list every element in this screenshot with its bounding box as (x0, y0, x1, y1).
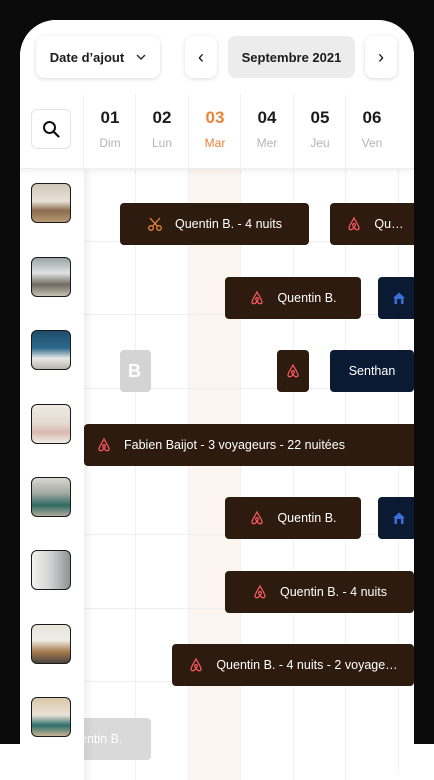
airbnb-icon (98, 437, 110, 452)
today-column-highlight (188, 168, 241, 780)
grid-line (135, 168, 136, 780)
search-button[interactable] (31, 109, 71, 149)
grid-line (398, 168, 399, 780)
booking-label: Quentin B. - 4 nuits (279, 585, 387, 599)
app-screen: Date d’ajout ‹ Septembre 2021 › 01 Dim 0… (20, 20, 414, 780)
day-column-header[interactable]: 04 Mer (240, 94, 293, 168)
booking-bar[interactable] (277, 350, 309, 392)
booking-label: Senthan (348, 364, 396, 378)
day-column-header[interactable]: 01 Dim (83, 94, 136, 168)
day-column-header[interactable]: 05 Jeu (293, 94, 346, 168)
day-number: 02 (152, 108, 172, 127)
day-weekday: Jeu (310, 136, 330, 150)
property-thumbnail[interactable] (31, 477, 71, 517)
day-column-header-today[interactable]: 03 Mar (188, 94, 241, 168)
day-column-header[interactable]: 02 Lun (135, 94, 188, 168)
grid-line (240, 168, 241, 780)
day-weekday: Mer (256, 136, 278, 150)
airbnb-icon (254, 584, 266, 599)
month-label[interactable]: Septembre 2021 (228, 36, 355, 78)
property-thumbnail[interactable] (31, 697, 71, 737)
booking-label: Quentin B. (277, 511, 337, 525)
property-column (20, 168, 84, 780)
day-column-header[interactable]: 06 Ven (345, 94, 398, 168)
scissors-icon (148, 217, 162, 231)
airbnb-icon (251, 510, 264, 525)
chevron-down-icon (136, 51, 146, 63)
property-thumbnail[interactable] (31, 330, 71, 370)
phone-frame: Date d’ajout ‹ Septembre 2021 › 01 Dim 0… (0, 0, 434, 780)
property-thumbnail[interactable] (31, 183, 71, 223)
booking-bar[interactable]: Fabien Baijot - 3 voyageurs - 22 nuitées (84, 424, 414, 466)
house-icon (393, 512, 405, 524)
grid-line (188, 168, 189, 780)
house-icon (393, 292, 405, 304)
property-thumbnail[interactable] (31, 404, 71, 444)
grid-line (293, 168, 294, 780)
airbnb-icon (348, 216, 361, 231)
booking-label: Qu… (374, 217, 404, 231)
booking-label: Quentin B. - 4 nuits (174, 217, 282, 231)
booking-bar[interactable]: Quentin B. (225, 497, 361, 539)
airbnb-icon (251, 290, 264, 305)
booking-label: Quentin B. - 4 nuits - 2 voyage… (216, 658, 398, 672)
booking-bar[interactable]: Senthan (330, 350, 414, 392)
day-weekday: Mar (204, 136, 226, 150)
next-month-button[interactable]: › (365, 36, 397, 78)
property-thumbnail[interactable] (31, 550, 71, 590)
chevron-left-icon: ‹ (198, 46, 204, 67)
day-number: 05 (310, 108, 330, 127)
sort-dropdown[interactable]: Date d’ajout (36, 36, 160, 78)
day-header-row: 01 Dim 02 Lun 03 Mar 04 Mer 05 Jeu 06 Ve… (20, 94, 414, 169)
booking-bar[interactable]: Quentin B. (225, 277, 361, 319)
booking-label: B. (128, 360, 143, 381)
day-weekday: Ven (361, 136, 383, 150)
property-thumbnail[interactable] (31, 624, 71, 664)
day-number: 04 (257, 108, 277, 127)
search-icon (43, 121, 60, 138)
booking-bar-faded[interactable]: entin B. (80, 718, 151, 760)
chevron-right-icon: › (378, 46, 384, 67)
sort-label: Date d’ajout (49, 49, 125, 65)
calendar-grid: 01 Dim 02 Lun 03 Mar 04 Mer 05 Jeu 06 Ve… (20, 94, 414, 780)
booking-label: Fabien Baijot - 3 voyageurs - 22 nuitées (124, 438, 345, 452)
grid-line (345, 168, 346, 780)
prev-month-button[interactable]: ‹ (185, 36, 217, 78)
day-weekday: Lun (151, 136, 173, 150)
day-number: 03 (205, 108, 225, 127)
booking-bar[interactable]: Quentin B. - 4 nuits (120, 203, 309, 245)
booking-bar[interactable] (378, 277, 414, 319)
day-weekday: Dim (99, 136, 121, 150)
booking-bar[interactable] (378, 497, 414, 539)
day-number: 06 (362, 108, 382, 127)
airbnb-icon (287, 363, 299, 378)
booking-bar[interactable]: Quentin B. - 4 nuits (225, 571, 414, 613)
airbnb-icon (190, 657, 202, 672)
booking-bar[interactable]: Qu… (330, 203, 414, 245)
property-thumbnail[interactable] (31, 257, 71, 297)
booking-label: Quentin B. (277, 291, 337, 305)
day-number: 01 (100, 108, 120, 127)
toolbar: Date d’ajout ‹ Septembre 2021 › (20, 20, 414, 94)
booking-bar-pending[interactable]: B. (120, 350, 151, 392)
booking-bar[interactable]: Quentin B. - 4 nuits - 2 voyage… (172, 644, 414, 686)
